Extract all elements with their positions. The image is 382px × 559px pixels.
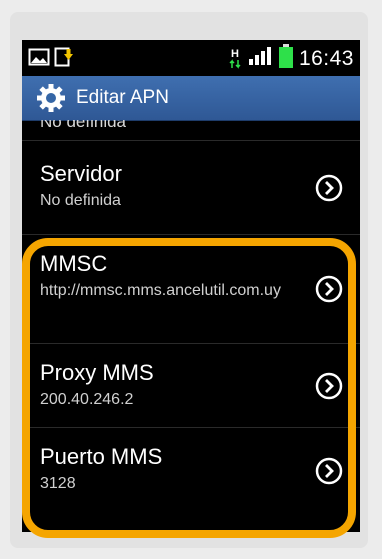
list-item-value: No definida [40,192,121,209]
list-item-value: 200.40.246.2 [40,391,134,408]
phone-screen: H 16:43 Editar APN No definida Servidor … [22,40,360,532]
list-item-value: 3128 [40,475,76,492]
chevron-right-icon[interactable] [314,371,344,401]
title-bar: Editar APN [22,76,360,121]
battery-icon [278,44,293,73]
list-item-partial-value: No definida [40,120,127,131]
chevron-right-icon[interactable] [314,456,344,486]
list-item-name: MMSC [40,251,108,276]
list-item-mmsc[interactable]: MMSC http://mmsc.mms.ancelutil.com.uy [22,235,360,344]
clock: 16:43 [298,46,354,70]
list-item-servidor[interactable]: Servidor No definida [22,141,360,235]
list-item-partial[interactable]: No definida [22,120,360,141]
page-title: Editar APN [76,87,169,108]
list-item-value: http://mmsc.mms.ancelutil.com.uy [40,282,281,299]
apn-settings-list: No definida Servidor No definida MMSC ht… [22,120,360,513]
list-item-name: Proxy MMS [40,360,154,385]
list-item-name: Servidor [40,161,122,186]
list-item-name: Puerto MMS [40,444,163,469]
gallery-icon [28,46,50,73]
status-bar: H 16:43 [22,40,360,76]
signal-icon [247,45,273,72]
chevron-right-icon[interactable] [314,173,344,203]
list-item-proxy-mms[interactable]: Proxy MMS 200.40.246.2 [22,344,360,428]
download-icon [54,46,74,73]
network-type-label: H [230,47,239,60]
chevron-right-icon[interactable] [314,274,344,304]
hspa-icon: H [229,47,241,69]
list-item-puerto-mms[interactable]: Puerto MMS 3128 [22,428,360,513]
gear-icon [36,83,66,113]
